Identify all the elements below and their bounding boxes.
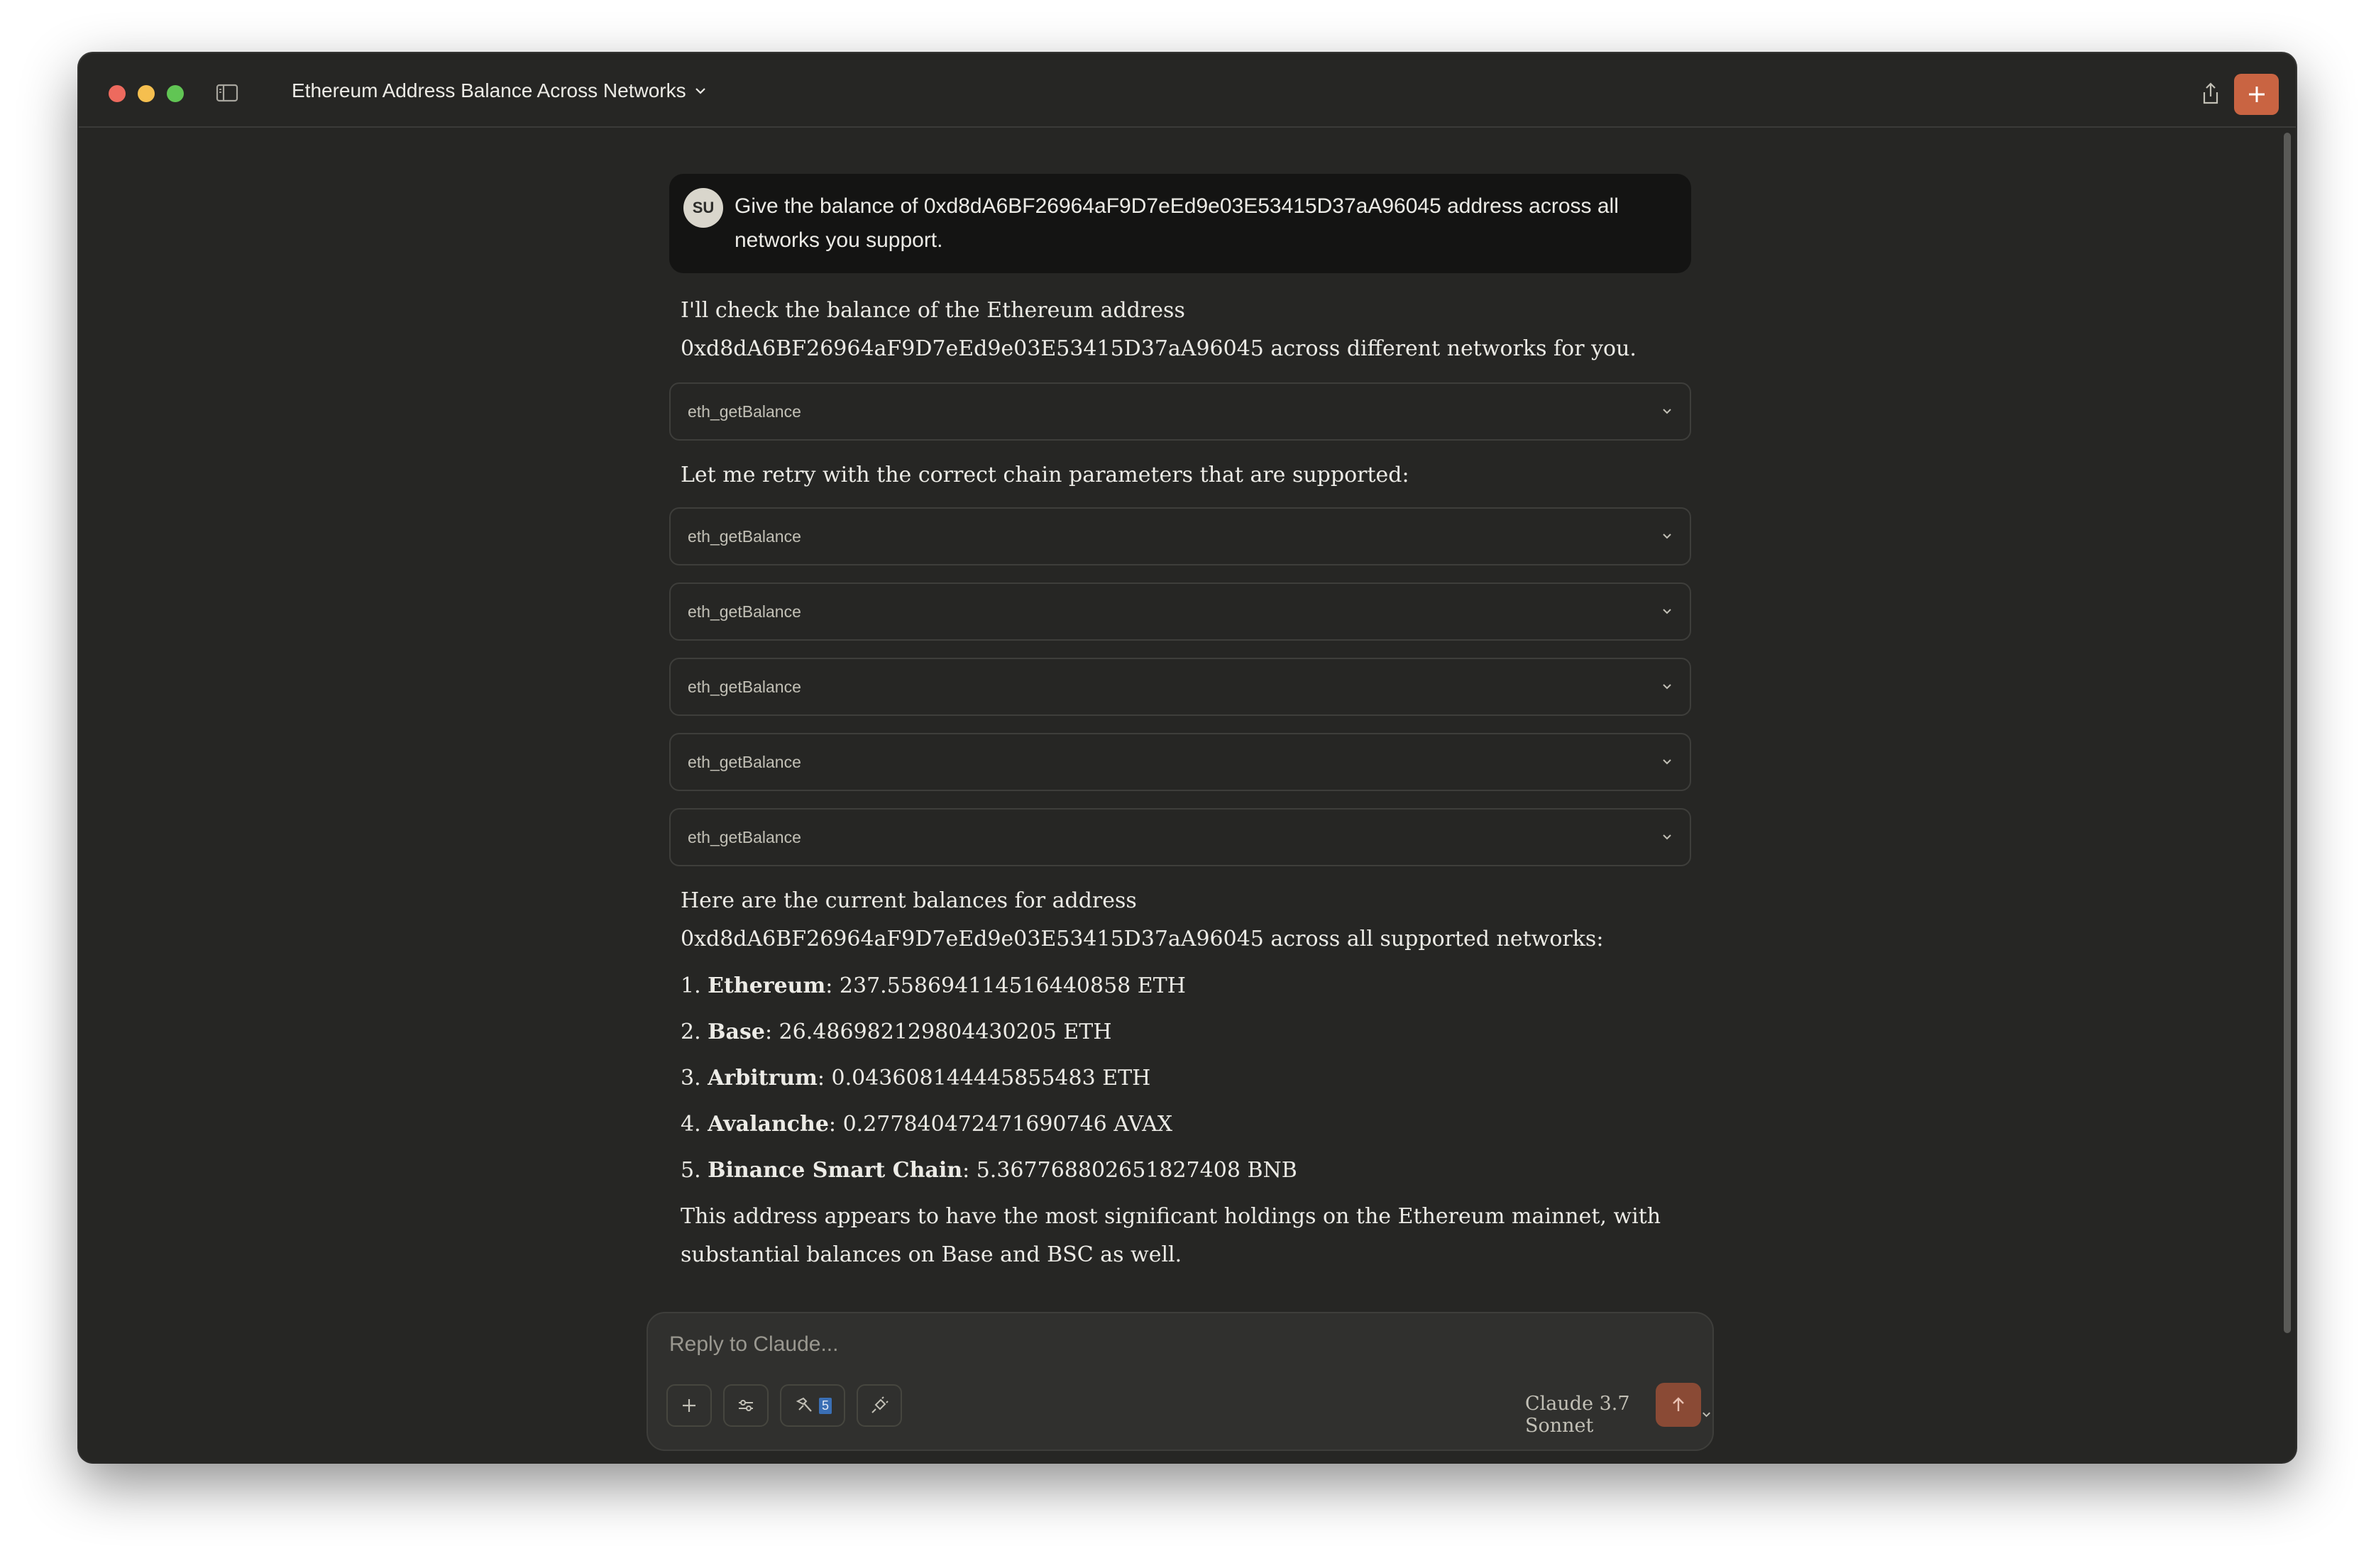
composer: 5 Claude 3.7 Sonnet [647,1312,1714,1451]
plug-icon [871,1396,889,1413]
arrow-up-icon [1673,1397,1684,1411]
plus-icon [2248,87,2265,102]
extensions-button[interactable] [857,1384,902,1427]
network-name: Avalanche [708,1112,829,1137]
tool-call-label: eth_getBalance [688,752,801,771]
window-close-button[interactable] [109,85,126,102]
share-icon [2203,82,2218,104]
conversation: SU Give the balance of 0xd8dA6BF26964aF9… [669,174,1691,1274]
tools-count-badge: 5 [818,1397,832,1414]
balance-value: : 26.486982129804430205 ETH [764,1020,1112,1044]
closing-text: This address appears to have the most si… [669,1198,1691,1274]
balances-intro: Here are the current balances for addres… [669,882,1691,959]
closing-line-2: substantial balances on Base and BSC as … [681,1242,1182,1267]
balance-value: : 0.043608144445855483 ETH [817,1066,1151,1091]
balance-value: : 0.277840472471690746 AVAX [828,1112,1173,1137]
chat-title: Ethereum Address Balance Across Networks [292,79,686,101]
sliders-icon [739,1400,753,1411]
tool-call-expander[interactable]: eth_getBalance [669,583,1691,641]
list-item: 4. Avalanche: 0.277840472471690746 AVAX [681,1112,1173,1137]
chevron-down-icon [695,88,705,94]
user-message-text: Give the balance of 0xd8dA6BF26964aF9D7e… [735,194,1619,252]
avatar: SU [683,188,723,228]
list-item: 2. Base: 26.486982129804430205 ETH [681,1020,1112,1044]
chevron-down-icon [1663,684,1671,690]
chevron-down-icon [1703,1412,1710,1418]
hammer-icon [796,1397,812,1412]
tool-call-expander[interactable]: eth_getBalance [669,733,1691,791]
assistant-intro: I'll check the balance of the Ethereum a… [669,292,1691,368]
list-item: 3. Arbitrum: 0.043608144445855483 ETH [681,1066,1151,1091]
reply-input[interactable] [668,1332,1593,1357]
share-button[interactable] [2196,79,2226,109]
network-name: Arbitrum [708,1066,818,1091]
balance-value: : 237.558694114516440858 ETH [825,973,1186,998]
intro-line-2: 0xd8dA6BF26964aF9D7eEd9e03E53415D37aA960… [681,336,1637,361]
titlebar: Ethereum Address Balance Across Networks [79,53,2296,128]
app-window: Ethereum Address Balance Across Networks… [79,53,2296,1462]
chevron-down-icon [1663,409,1671,414]
chevron-down-icon [1663,534,1671,539]
chevron-down-icon [1663,609,1671,614]
attach-button[interactable] [666,1384,712,1427]
new-chat-button[interactable] [2234,74,2279,115]
tool-call-expander[interactable]: eth_getBalance [669,808,1691,866]
summary-line-1: Here are the current balances for addres… [681,888,1137,913]
tool-call-label: eth_getBalance [688,827,801,846]
tool-call-expander[interactable]: eth_getBalance [669,658,1691,716]
tools-button[interactable]: 5 [780,1384,845,1427]
settings-button[interactable] [723,1384,769,1427]
balances-list: 1. Ethereum: 237.558694114516440858 ETH … [669,963,1691,1193]
network-name: Base [708,1020,765,1044]
summary-line-2: 0xd8dA6BF26964aF9D7eEd9e03E53415D37aA960… [681,927,1604,951]
tool-call-label: eth_getBalance [688,526,801,546]
chevron-down-icon [1663,759,1671,765]
window-maximize-button[interactable] [167,85,184,102]
closing-line-1: This address appears to have the most si… [681,1204,1661,1229]
user-message: SU Give the balance of 0xd8dA6BF26964aF9… [669,174,1691,273]
tool-call-label: eth_getBalance [688,677,801,696]
chevron-down-icon [1663,834,1671,840]
window-minimize-button[interactable] [138,85,155,102]
sidebar-icon[interactable] [216,83,238,103]
chat-title-dropdown[interactable]: Ethereum Address Balance Across Networks [292,79,708,102]
network-name: Ethereum [708,973,826,998]
send-button[interactable] [1656,1383,1701,1427]
tool-call-expander[interactable]: eth_getBalance [669,507,1691,565]
list-item: 1. Ethereum: 237.558694114516440858 ETH [681,973,1186,998]
network-name: Binance Smart Chain [708,1158,963,1183]
list-item: 5. Binance Smart Chain: 5.36776880265182… [681,1158,1297,1183]
balance-value: : 5.367768802651827408 BNB [962,1158,1297,1183]
tool-call-expander[interactable]: eth_getBalance [669,382,1691,441]
plus-icon [683,1399,695,1412]
retry-text: Let me retry with the correct chain para… [681,463,1409,487]
intro-line-1: I'll check the balance of the Ethereum a… [681,298,1185,323]
tool-call-label: eth_getBalance [688,602,801,621]
tool-call-label: eth_getBalance [688,402,801,421]
scrollbar[interactable] [2284,133,2291,1333]
